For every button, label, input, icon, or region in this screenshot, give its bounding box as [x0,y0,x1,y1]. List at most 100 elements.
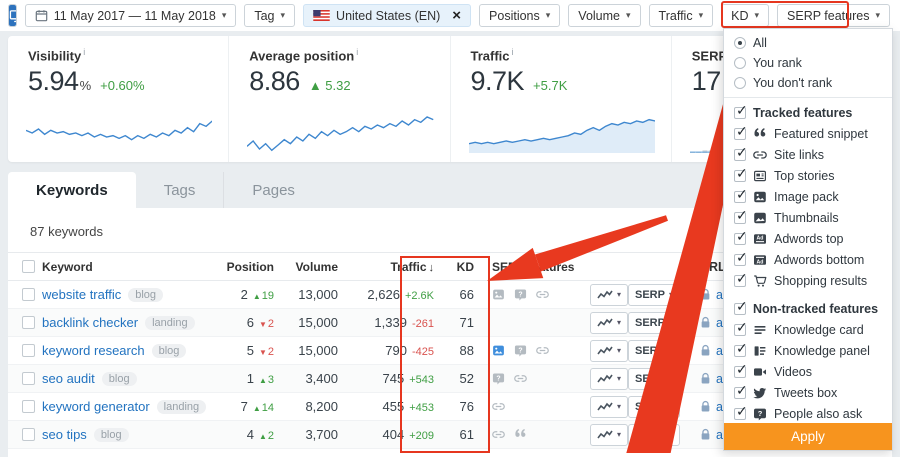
adwords-top-icon: Ad [753,232,767,246]
dropdown-option-site-links[interactable]: ✓Site links [724,144,892,165]
tab-tags[interactable]: Tags [136,172,224,208]
checkbox-icon: ✓ [734,149,746,161]
traffic-cell: 1,339-261 [338,315,434,330]
keyword-link[interactable]: keyword research [42,343,145,358]
dropdown-option-knowledge-card[interactable]: ✓Knowledge card [724,319,892,340]
row-checkbox[interactable] [22,288,35,301]
position-cell: 1▲3 [210,371,274,386]
positions-filter-button[interactable]: Positions▾ [479,4,560,27]
dropdown-option-knowledge-panel[interactable]: ✓Knowledge panel [724,340,892,361]
country-filter-button[interactable]: United States (EN) × [303,4,471,27]
dropdown-option-top-stories[interactable]: ✓Top stories [724,165,892,186]
keyword-link[interactable]: backlink checker [42,315,138,330]
keyword-link[interactable]: seo tips [42,427,87,442]
dropdown-option-tracked-features[interactable]: ✓Tracked features [724,102,892,123]
traffic-cell: 404+209 [338,427,434,442]
tweets-box-icon [753,386,767,400]
kd-filter-button[interactable]: KD▾ [721,4,769,27]
info-icon: i [83,47,85,57]
header-serp-features: SERP features [474,260,578,274]
dropdown-option-adwords-bottom[interactable]: ✓AdAdwords bottom [724,249,892,270]
position-history-chart-button[interactable]: ▾ [590,368,628,390]
traffic-filter-button[interactable]: Traffic▾ [649,4,714,27]
dropdown-option-people-also-ask[interactable]: ✓?People also ask [724,403,892,423]
volume-cell: 15,000 [274,343,338,358]
serp-features-filter-button[interactable]: SERP features▾ [777,4,890,27]
row-checkbox[interactable] [22,372,35,385]
tab-keywords[interactable]: Keywords [8,172,136,208]
select-all-checkbox[interactable] [22,260,35,273]
position-history-chart-button[interactable]: ▾ [590,396,628,418]
traffic-cell: 745+543 [338,371,434,386]
keyword-link[interactable]: keyword generator [42,399,150,414]
serp-features-cell [474,400,578,413]
desktop-icon[interactable] [9,5,17,26]
row-checkbox[interactable] [22,344,35,357]
header-traffic-sort[interactable]: Traffic↓ [338,260,434,274]
header-volume: Volume [274,260,338,274]
svg-text:?: ? [518,291,522,298]
checkbox-icon: ✓ [734,345,746,357]
serp-dropdown-button[interactable]: SERP▾ [628,284,680,306]
dropdown-option-you-don-t-rank[interactable]: You don't rank [724,73,892,93]
metric-value: 17 [692,66,721,97]
remove-country-icon[interactable]: × [452,7,461,24]
row-checkbox[interactable] [22,316,35,329]
dropdown-divider [724,97,892,98]
tab-pages[interactable]: Pages [223,172,323,208]
dropdown-option-tweets-box[interactable]: ✓Tweets box [724,382,892,403]
dropdown-option-image-pack[interactable]: ✓Image pack [724,186,892,207]
checkbox-icon: ✓ [734,191,746,203]
metric-value: 9.7K [471,66,525,97]
kd-cell: 66 [434,287,474,302]
dropdown-option-non-tracked-features[interactable]: ✓Non-tracked features [724,298,892,319]
checkbox-icon: ✓ [734,107,746,119]
keyword-tag-badge: blog [94,428,129,442]
dropdown-option-videos[interactable]: ✓Videos [724,361,892,382]
chart-line-icon [597,373,613,385]
serp-dropdown-button[interactable]: SERP▾ [628,340,680,362]
svg-text:?: ? [758,409,763,418]
checkbox-icon: ✓ [734,233,746,245]
dropdown-option-shopping-results[interactable]: ✓Shopping results [724,270,892,291]
chart-line-icon [597,345,613,357]
serp-dropdown-button[interactable]: SERP▾ [628,424,680,446]
keyword-link[interactable]: website traffic [42,287,121,302]
dropdown-option-all[interactable]: All [724,33,892,53]
position-history-chart-button[interactable]: ▾ [590,340,628,362]
knowledge-card-icon [753,323,767,337]
site-links-icon [514,372,527,385]
row-checkbox[interactable] [22,428,35,441]
apply-button[interactable]: Apply [724,423,892,450]
thumbnails-icon [753,211,767,225]
dropdown-option-you-rank[interactable]: You rank [724,53,892,73]
radio-icon [734,57,746,69]
featured-snippet-icon [753,127,767,141]
image-pack-icon [492,288,505,301]
checkbox-icon: ✓ [734,366,746,378]
keyword-tag-badge: blog [128,288,163,302]
serp-dropdown-button[interactable]: SERP▾ [628,312,680,334]
keyword-tag-badge: landing [157,400,206,414]
volume-filter-button[interactable]: Volume▾ [568,4,640,27]
top-toolbar: 11 May 2017 — 11 May 2018▾ Tag▾ United S… [0,0,900,31]
volume-cell: 3,700 [274,427,338,442]
position-history-chart-button[interactable]: ▾ [590,284,628,306]
position-history-chart-button[interactable]: ▾ [590,312,628,334]
serp-dropdown-button[interactable]: SERP▾ [628,368,680,390]
dropdown-option-featured-snippet[interactable]: ✓Featured snippet [724,123,892,144]
serp-dropdown-button[interactable]: SERP▾ [628,396,680,418]
position-cell: 6▼2 [210,315,274,330]
calendar-icon [35,9,48,22]
position-history-chart-button[interactable]: ▾ [590,424,628,446]
dropdown-option-adwords-top[interactable]: ✓AdAdwords top [724,228,892,249]
checkbox-icon: ✓ [734,212,746,224]
radio-icon [734,37,746,49]
dropdown-option-thumbnails[interactable]: ✓Thumbnails [724,207,892,228]
position-cell: 7▲14 [210,399,274,414]
date-range-button[interactable]: 11 May 2017 — 11 May 2018▾ [25,4,237,27]
row-checkbox[interactable] [22,400,35,413]
serp-features-cell: ? [474,288,578,301]
tag-filter-button[interactable]: Tag▾ [244,4,295,27]
keyword-link[interactable]: seo audit [42,371,95,386]
